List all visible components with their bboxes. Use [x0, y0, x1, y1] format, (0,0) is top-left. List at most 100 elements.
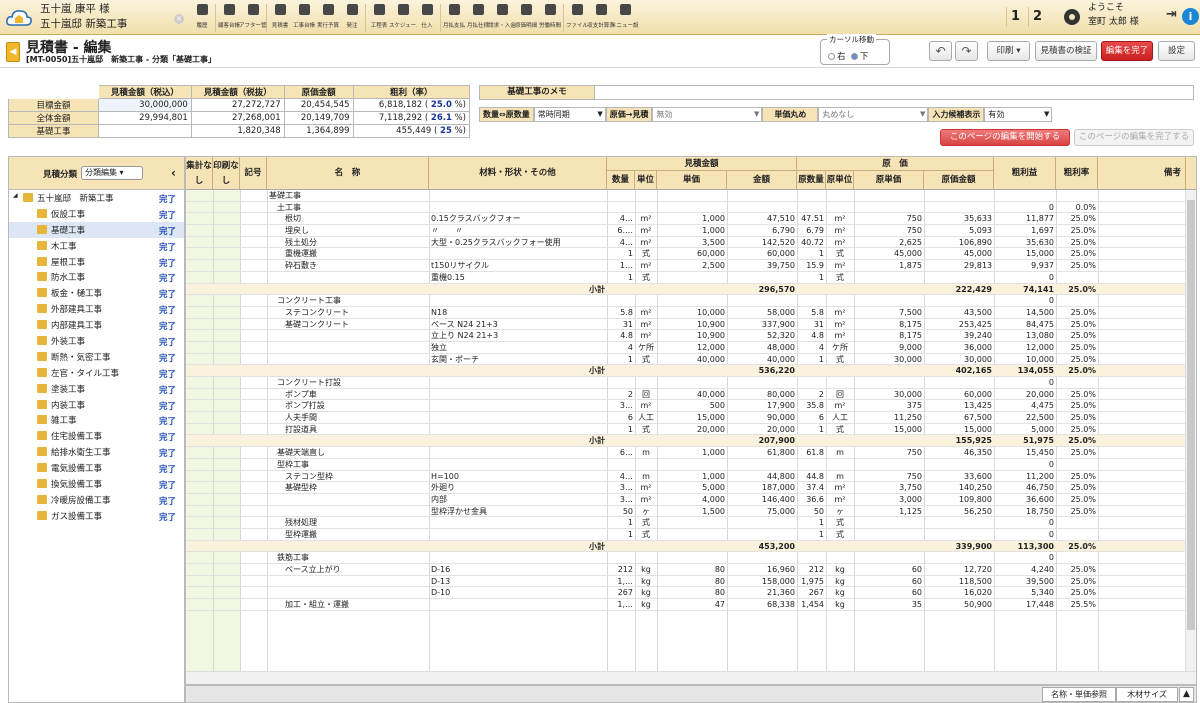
cell-pr[interactable]: 11,877: [994, 213, 1056, 224]
cell-p[interactable]: 80: [657, 564, 727, 575]
cell-mat[interactable]: [429, 248, 607, 259]
cell-a[interactable]: 207,900: [727, 435, 797, 446]
cell-pr[interactable]: 11,200: [994, 471, 1056, 482]
cell-pr[interactable]: 0: [994, 517, 1056, 528]
toolbar-button[interactable]: 月払支払: [442, 0, 466, 35]
cell-q[interactable]: [607, 552, 635, 563]
cell-cq[interactable]: 1: [797, 354, 826, 365]
cell-ca[interactable]: 50,900: [924, 599, 994, 610]
sidebar-item[interactable]: 内装工事 完了: [9, 397, 184, 413]
table-row[interactable]: 独立 4 ケ所 12,000 48,000 4 ケ所 9,000 36,000 12,000 25.…: [186, 342, 1196, 354]
cell-p[interactable]: 12,000: [657, 342, 727, 353]
cell-mat[interactable]: [429, 412, 607, 423]
cell-cu[interactable]: 式: [826, 424, 854, 435]
cell-name[interactable]: [267, 576, 429, 587]
cell-cq[interactable]: 1: [797, 272, 826, 283]
table-row[interactable]: ポンプ車 2 回 40,000 80,000 2 回 30,000 60,000 20,000 25…: [186, 389, 1196, 401]
table-row[interactable]: ポンプ打設 3… m² 500 17,900 35.8 m² 375 13,425 4,475 25…: [186, 400, 1196, 413]
toolbar-button[interactable]: 工程表: [367, 0, 391, 35]
cell-cp[interactable]: 11,250: [854, 412, 924, 423]
cell-cu[interactable]: m²: [826, 260, 854, 271]
cell-ca[interactable]: 39,240: [924, 330, 994, 341]
cell-a[interactable]: 296,570: [727, 284, 797, 295]
cell-p[interactable]: 20,000: [657, 424, 727, 435]
cell-cu[interactable]: ヶ: [826, 506, 854, 517]
cell-mat[interactable]: H=100: [429, 471, 607, 482]
cell-q[interactable]: 3…: [607, 494, 635, 505]
cell-p[interactable]: 10,900: [657, 319, 727, 330]
sidebar-item[interactable]: 防水工事 完了: [9, 269, 184, 285]
cell-r[interactable]: 25.0%: [1056, 400, 1098, 411]
cell-mat[interactable]: [429, 552, 607, 563]
cell-q[interactable]: 1…: [607, 260, 635, 271]
cell-a[interactable]: [727, 190, 797, 201]
cell-name[interactable]: コンクリート打設: [267, 377, 429, 388]
cell-pr[interactable]: 0: [994, 459, 1056, 470]
table-row[interactable]: ステコンクリート N18 5.8 m² 10,000 58,000 5.8 m² 7,500 43…: [186, 307, 1196, 319]
cell-q[interactable]: [607, 365, 635, 376]
cell-p[interactable]: [657, 272, 727, 283]
cell-u[interactable]: m²: [635, 225, 657, 236]
cell-r[interactable]: 25.0%: [1056, 260, 1098, 271]
cell-u[interactable]: [635, 377, 657, 388]
cell-cp[interactable]: 60: [854, 576, 924, 587]
cell-q[interactable]: 1: [607, 424, 635, 435]
cell-cu[interactable]: 式: [826, 517, 854, 528]
cell-pr[interactable]: 84,475: [994, 319, 1056, 330]
cell-cu[interactable]: m: [826, 471, 854, 482]
table-row[interactable]: 打設道具 1 式 20,000 20,000 1 式 15,000 15,000 5,000 25.…: [186, 424, 1196, 436]
sidebar-item[interactable]: 木工事 完了: [9, 238, 184, 254]
cell-mat[interactable]: 小計: [429, 435, 607, 446]
cell-pr[interactable]: 4,475: [994, 400, 1056, 411]
cell-mat[interactable]: 重機0.15: [429, 272, 607, 283]
toolbar-button[interactable]: メニュー設定: [611, 0, 639, 35]
cell-cu[interactable]: 式: [826, 248, 854, 259]
cell-p[interactable]: [657, 365, 727, 376]
cell-a[interactable]: [727, 552, 797, 563]
table-row[interactable]: ステコン型枠 H=100 4… m 1,000 44,800 44.8 m 750 33,600 1…: [186, 471, 1196, 483]
cell-u[interactable]: kg: [635, 576, 657, 587]
cell-mat[interactable]: [429, 377, 607, 388]
cell-cq[interactable]: 4: [797, 342, 826, 353]
cell-ca[interactable]: 46,350: [924, 447, 994, 458]
cell-ca[interactable]: 106,890: [924, 237, 994, 248]
cell-p[interactable]: [657, 517, 727, 528]
cell-cq[interactable]: 212: [797, 564, 826, 575]
cell-cq[interactable]: 6: [797, 412, 826, 423]
cell-cu[interactable]: kg: [826, 587, 854, 598]
memo-input[interactable]: [594, 85, 1194, 100]
toolbar-button[interactable]: 発注: [340, 0, 364, 35]
cell-cp[interactable]: [854, 552, 924, 563]
cell-cu[interactable]: 式: [826, 529, 854, 540]
table-row[interactable]: 玄関・ポーチ 1 式 40,000 40,000 1 式 30,000 30,000 10,000…: [186, 354, 1196, 366]
cell-cp[interactable]: [854, 284, 924, 295]
cell-pr[interactable]: 39,500: [994, 576, 1056, 587]
cell-mat[interactable]: 型枠浮かせ金具: [429, 506, 607, 517]
cell-a[interactable]: 146,400: [727, 494, 797, 505]
cell-a[interactable]: 75,000: [727, 506, 797, 517]
cell-u[interactable]: [635, 295, 657, 306]
cell-ca[interactable]: [924, 190, 994, 201]
cell-cq[interactable]: [797, 377, 826, 388]
table-row[interactable]: コンクリート工事 0: [186, 295, 1196, 307]
cell-pr[interactable]: 10,000: [994, 354, 1056, 365]
cell-pr[interactable]: 0: [994, 295, 1056, 306]
cell-p[interactable]: 60,000: [657, 248, 727, 259]
gear-icon[interactable]: [1064, 9, 1080, 25]
cell-name[interactable]: [267, 494, 429, 505]
cell-pr[interactable]: [994, 190, 1056, 201]
settings-button[interactable]: 設定: [1158, 41, 1195, 61]
sidebar-item[interactable]: 内部建具工事 完了: [9, 317, 184, 333]
cell-mat[interactable]: 大型・0.25クラスバックフォー使用: [429, 237, 607, 248]
toolbar-button[interactable]: 顧客台帳: [217, 0, 241, 35]
radio-right[interactable]: [828, 53, 835, 60]
table-row[interactable]: 重機運搬 1 式 60,000 60,000 1 式 45,000 45,000 15,000 25…: [186, 248, 1196, 261]
cell-cu[interactable]: m²: [826, 237, 854, 248]
cell-pr[interactable]: 51,975: [994, 435, 1056, 446]
cell-pr[interactable]: 0: [994, 202, 1056, 213]
cell-r[interactable]: 0.0%: [1056, 202, 1098, 213]
cell-p[interactable]: [657, 529, 727, 540]
cell-r[interactable]: 25.0%: [1056, 494, 1098, 505]
cell-r[interactable]: [1056, 552, 1098, 563]
cell-mat[interactable]: t150リサイクル: [429, 260, 607, 271]
